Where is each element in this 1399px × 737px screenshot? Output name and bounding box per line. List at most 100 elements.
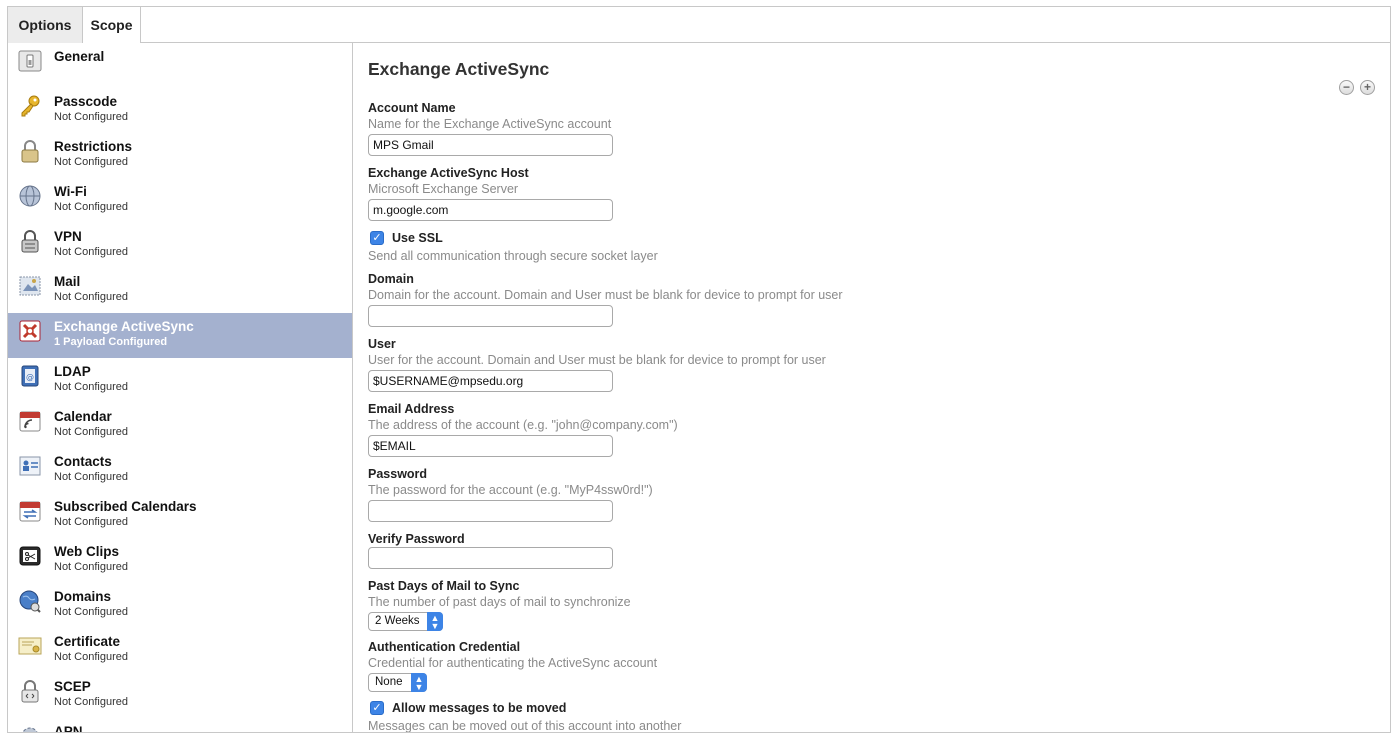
use-ssl-label: Use SSL xyxy=(392,231,443,245)
sidebar-item-exchange-activesync[interactable]: Exchange ActiveSync 1 Payload Configured xyxy=(8,313,352,358)
host-input[interactable]: m.google.com xyxy=(368,199,613,221)
auth-credential-selected-value: None xyxy=(375,676,403,688)
email-label: Email Address xyxy=(368,402,455,416)
sidebar-item-status: Not Configured xyxy=(54,291,128,303)
past-days-description: The number of past days of mail to synch… xyxy=(368,595,631,609)
sidebar-item-label: Calendar xyxy=(54,409,112,424)
payload-sidebar: General Passcode Not Configured Restrict… xyxy=(8,43,353,732)
sidebar-item-status: Not Configured xyxy=(54,516,128,528)
certificate-icon xyxy=(18,637,42,655)
sidebar-item-label: VPN xyxy=(54,229,82,244)
sidebar-item-label: Mail xyxy=(54,274,81,289)
auth-credential-description: Credential for authenticating the Active… xyxy=(368,656,658,670)
sidebar-item-domains[interactable]: Domains Not Configured xyxy=(8,583,352,628)
sidebar-item-status: Not Configured xyxy=(54,201,128,213)
auth-credential-label: Authentication Credential xyxy=(368,640,521,654)
sidebar-item-label: Contacts xyxy=(54,454,112,469)
sidebar-item-mail[interactable]: Mail Not Configured xyxy=(8,268,352,313)
password-input[interactable] xyxy=(368,500,613,522)
contacts-icon xyxy=(19,456,41,476)
web-clip-icon xyxy=(19,546,41,566)
sidebar-item-status: Not Configured xyxy=(54,561,128,573)
sidebar-item-status: Not Configured xyxy=(54,381,128,393)
sidebar-item-general[interactable]: General xyxy=(8,43,352,88)
calendar-icon xyxy=(19,411,41,432)
sidebar-item-passcode[interactable]: Passcode Not Configured xyxy=(8,88,352,133)
account-name-label: Account Name xyxy=(368,101,456,115)
sidebar-item-label: General xyxy=(54,49,105,64)
sidebar-item-apn[interactable]: APN xyxy=(8,718,352,732)
past-days-select[interactable]: 2 Weeks ▲ ▼ xyxy=(368,612,443,631)
sidebar-item-status: Not Configured xyxy=(54,606,128,618)
apn-gear-icon xyxy=(22,727,38,732)
domain-input[interactable] xyxy=(368,305,613,327)
padlock-icon xyxy=(21,140,39,163)
verify-password-input[interactable] xyxy=(368,547,613,569)
account-name-description: Name for the Exchange ActiveSync account xyxy=(368,117,612,131)
sidebar-item-label: APN xyxy=(54,724,83,732)
page-title: Exchange ActiveSync xyxy=(368,59,550,79)
chevron-up-down-icon: ▲ ▼ xyxy=(427,612,443,631)
past-days-selected-value: 2 Weeks xyxy=(375,615,420,627)
sidebar-item-label: Web Clips xyxy=(54,544,120,559)
allow-move-label: Allow messages to be moved xyxy=(392,701,567,715)
sidebar-item-restrictions[interactable]: Restrictions Not Configured xyxy=(8,133,352,178)
general-switch-icon xyxy=(18,50,42,72)
sidebar-item-contacts[interactable]: Contacts Not Configured xyxy=(8,448,352,493)
sidebar-item-subscribed-calendars[interactable]: Subscribed Calendars Not Configured xyxy=(8,493,352,538)
domains-globe-icon xyxy=(19,590,41,613)
sidebar-item-status: Not Configured xyxy=(54,156,128,168)
tab-scope[interactable]: Scope xyxy=(83,7,141,43)
exchange-icon xyxy=(19,320,41,342)
sidebar-item-label: Certificate xyxy=(54,634,121,649)
key-icon xyxy=(21,95,40,117)
sidebar-item-status: Not Configured xyxy=(54,246,128,258)
sidebar-item-label: SCEP xyxy=(54,679,91,694)
password-label: Password xyxy=(368,467,428,481)
sidebar-item-scep[interactable]: SCEP Not Configured xyxy=(8,673,352,718)
chevron-up-down-icon: ▲ ▼ xyxy=(411,673,427,692)
vpn-lock-icon xyxy=(21,230,39,253)
sidebar-item-certificate[interactable]: Certificate Not Configured xyxy=(8,628,352,673)
host-label: Exchange ActiveSync Host xyxy=(368,166,529,180)
user-description: User for the account. Domain and User mu… xyxy=(368,353,826,367)
sidebar-item-label: LDAP xyxy=(54,364,91,379)
sidebar-item-calendar[interactable]: Calendar Not Configured xyxy=(8,403,352,448)
password-description: The password for the account (e.g. "MyP4… xyxy=(368,483,653,497)
scep-lock-icon xyxy=(21,680,39,703)
svg-text:@: @ xyxy=(26,373,34,382)
domain-label: Domain xyxy=(368,272,414,286)
sidebar-item-status: Not Configured xyxy=(54,651,128,663)
subscribed-calendar-icon xyxy=(19,501,41,522)
sidebar-item-status: 1 Payload Configured xyxy=(54,336,168,348)
sidebar-item-web-clips[interactable]: Web Clips Not Configured xyxy=(8,538,352,583)
email-input[interactable]: $EMAIL xyxy=(368,435,613,457)
sidebar-item-label: Domains xyxy=(54,589,112,604)
profile-editor-window: Options Scope General Passcode Not Confi… xyxy=(7,6,1391,733)
host-description: Microsoft Exchange Server xyxy=(368,182,519,196)
sidebar-item-ldap[interactable]: @ LDAP Not Configured xyxy=(8,358,352,403)
sidebar-item-wifi[interactable]: Wi-Fi Not Configured xyxy=(8,178,352,223)
sidebar-item-status: Not Configured xyxy=(54,111,128,123)
use-ssl-description: Send all communication through secure so… xyxy=(368,249,658,263)
address-book-icon: @ xyxy=(21,365,39,387)
auth-credential-select[interactable]: None ▲ ▼ xyxy=(368,673,427,692)
past-days-label: Past Days of Mail to Sync xyxy=(368,579,520,593)
verify-password-label: Verify Password xyxy=(368,532,465,546)
sidebar-item-vpn[interactable]: VPN Not Configured xyxy=(8,223,352,268)
sidebar-item-label: Exchange ActiveSync xyxy=(54,319,194,334)
sidebar-item-status: Not Configured xyxy=(54,426,128,438)
tab-options[interactable]: Options xyxy=(8,7,83,43)
allow-move-checkbox[interactable]: ✓ xyxy=(370,701,384,715)
add-payload-button[interactable]: + xyxy=(1360,80,1375,95)
sidebar-item-label: Wi-Fi xyxy=(54,184,87,199)
sidebar-item-label: Passcode xyxy=(54,94,118,109)
tab-bar: Options Scope xyxy=(8,7,1390,43)
allow-move-description: Messages can be moved out of this accoun… xyxy=(368,719,682,732)
account-name-input[interactable]: MPS Gmail xyxy=(368,134,613,156)
remove-payload-button[interactable]: − xyxy=(1339,80,1354,95)
user-label: User xyxy=(368,337,396,351)
domain-description: Domain for the account. Domain and User … xyxy=(368,288,843,302)
use-ssl-checkbox[interactable]: ✓ xyxy=(370,231,384,245)
user-input[interactable]: $USERNAME@mpsedu.org xyxy=(368,370,613,392)
